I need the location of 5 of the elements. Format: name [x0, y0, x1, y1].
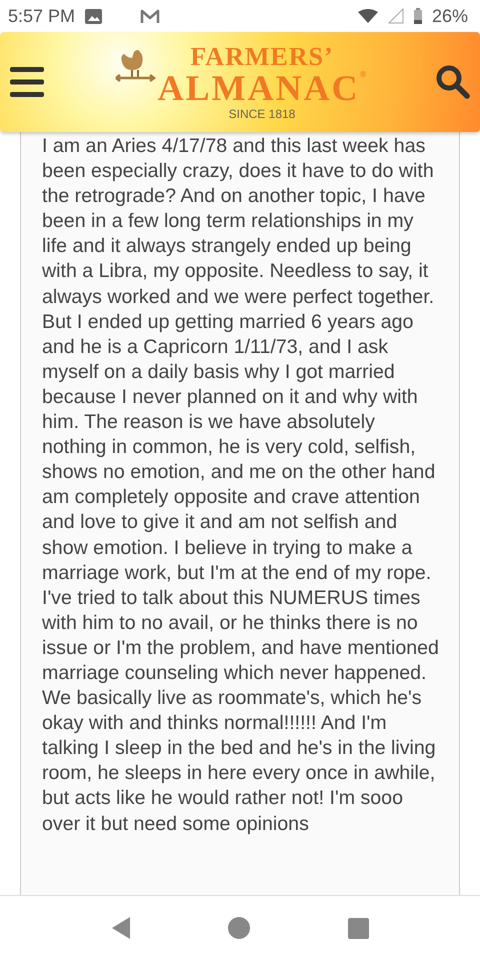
status-time: 5:57 PM [8, 6, 76, 26]
registered-mark: ® [360, 70, 366, 79]
logo-tagline: SINCE 1818 [228, 108, 296, 120]
battery-percentage: 26% [432, 6, 468, 26]
comment-text: I am an Aries 4/17/78 and this last week has been especially crazy, does it have to do with the retrograde? And on another topic, I have been in a few long term relationships in my life and it always strangely ended up being with a Libra, my opposite. Needless to say, it always worked and we were perfect together. But I ended up getting married 6 years ago and he is a Capricorn 1/11/73, and I ask myself on a daily basis why I got married because I never planned on it and why with him. The reason is we have absolutely nothing in common, he is very cold, selfish, shows no emotion, and me on the other hand am completely opposite and crave attention and love to give it and am not selfish and show emotion. I believe in trying to make a marriage work, but I'm at the end of my rope. I've tried to talk about this NUMERUS times with him to no avail, or he thinks there is no issue or I'm the problem, and have mentioned marriage counseling which never happened. We basically live as roommate's, which he's okay with and thinks normal!!!!!! And I'm talking I sleep in the bed and he's in the living room, he sleeps in here every once in awhile, but acts like he would rather not! I'm sooo over it but need some opinions [42, 134, 440, 837]
